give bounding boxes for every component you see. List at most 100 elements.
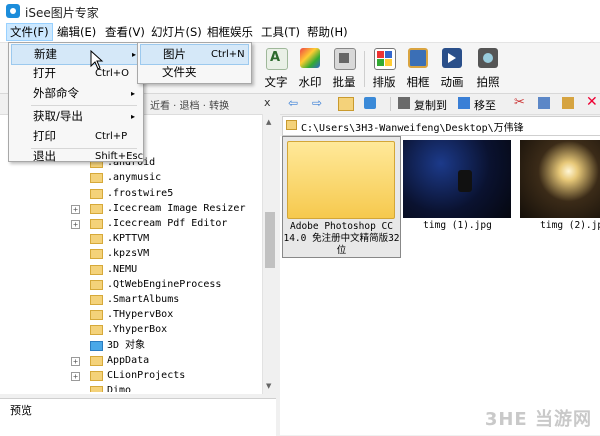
folder-icon (90, 279, 103, 290)
nav-separator (390, 97, 391, 111)
scroll-down-icon[interactable]: ▼ (266, 382, 271, 390)
folder-icon (90, 310, 103, 321)
tree-item[interactable]: + .Icecream Image Resizer (0, 201, 262, 217)
submenu-item-shortcut: Ctrl+N (211, 49, 245, 60)
folder-icon (90, 386, 103, 392)
title-bar: iSee图片专家 (0, 0, 600, 22)
file-menu-item[interactable]: 打开 Ctrl+O (11, 64, 141, 83)
folder-icon (90, 234, 103, 245)
menu-frame-fun[interactable]: 相框娱乐 (204, 24, 256, 40)
forward-arrow-icon[interactable]: ⇨ (312, 96, 322, 110)
move-to-button[interactable]: 移至 (474, 97, 496, 113)
batch-icon (334, 48, 356, 70)
delete-icon[interactable]: ✕ (586, 94, 598, 110)
submenu-item-label: 文件夹 (162, 65, 197, 79)
file-menu-item-shortcut: Shift+Esc (95, 151, 144, 162)
tree-item[interactable]: .YhyperBox (0, 322, 262, 338)
tree-item-label: AppData (107, 354, 150, 366)
tree-item[interactable]: .frostwire5 (0, 186, 262, 202)
file-menu-item-label: 外部命令 (33, 86, 79, 100)
watermark-icon (300, 48, 320, 68)
menu-view[interactable]: 查看(V) (102, 24, 148, 40)
folder-icon (287, 141, 395, 219)
tree-item[interactable]: Dimo (0, 383, 262, 392)
layout-icon (374, 48, 396, 70)
cut-icon[interactable]: ✂ (514, 95, 525, 110)
tree-item[interactable]: .KPTTVM (0, 231, 262, 247)
folder-icon (90, 188, 103, 199)
menu-tools[interactable]: 工具(T) (258, 24, 303, 40)
tree-item-label: .YhyperBox (107, 324, 168, 336)
expand-icon[interactable]: + (71, 220, 80, 229)
up-folder-icon[interactable] (338, 97, 354, 111)
watermark-text: 3HE 当游网 (484, 409, 592, 430)
tree-item-label: .THypervBox (107, 309, 174, 321)
path-bar[interactable]: C:\Users\3H3-Wanweifeng\Desktop\万伟锋 (282, 116, 600, 136)
frame-icon (408, 48, 428, 68)
file-menu-item[interactable]: 获取/导出 ▸ (11, 107, 141, 126)
scrollbar-thumb[interactable] (265, 212, 275, 268)
new-submenu: 图片 Ctrl+N 文件夹 (137, 42, 252, 84)
menu-file[interactable]: 文件(F) (6, 23, 53, 41)
tree-item[interactable]: + AppData (0, 353, 262, 369)
copy-to-icon (398, 97, 410, 109)
tree-item[interactable]: .kpzsVM (0, 246, 262, 262)
thumbnail-item[interactable]: Adobe Photoshop CC 14.0 免注册中文精简版32位 (282, 136, 401, 258)
tree-item[interactable]: 3D 对象 (0, 338, 262, 354)
close-icon[interactable]: x (264, 96, 271, 109)
file-menu-item-label: 退出 (33, 149, 56, 163)
folder-icon (90, 264, 103, 275)
navigation-bar: ⇦ ⇨ 复制到 移至 ✂ ✕ (280, 94, 600, 115)
batch-button[interactable]: 批量 (326, 46, 362, 90)
camera-button[interactable]: 拍照 (470, 46, 506, 90)
scroll-up-icon[interactable]: ▲ (266, 118, 271, 126)
file-menu-item[interactable]: 新建 ▸ (11, 44, 143, 65)
thumbnail-item[interactable]: timg (2).jpg (516, 136, 600, 256)
file-menu-item[interactable]: 退出 Shift+Esc (11, 147, 144, 166)
submenu-arrow-icon: ▸ (130, 112, 135, 121)
menu-bar: 文件(F) 编辑(E) 查看(V) 幻灯片(S) 相框娱乐 工具(T) 帮助(H… (0, 22, 600, 43)
tree-item-label: 3D 对象 (107, 339, 146, 351)
tree-item[interactable]: .THypervBox (0, 307, 262, 323)
folder-icon (90, 355, 103, 366)
submenu-arrow-icon: ▸ (131, 50, 136, 59)
menu-edit[interactable]: 编辑(E) (54, 24, 99, 40)
tree-item-label: .anymusic (107, 172, 162, 184)
animation-icon (442, 48, 462, 68)
tree-item[interactable]: .anymusic (0, 170, 262, 186)
app-icon (6, 4, 20, 18)
menu-help[interactable]: 帮助(H) (304, 24, 351, 40)
folder-icon (90, 295, 103, 305)
tree-item[interactable]: .QtWebEngineProcess (0, 277, 262, 293)
expand-icon[interactable]: + (71, 356, 80, 366)
copy-to-button[interactable]: 复制到 (414, 97, 447, 113)
submenu-item-image[interactable]: 图片 Ctrl+N (140, 44, 249, 65)
animation-button[interactable]: 动画 (434, 46, 470, 90)
folder-icon (90, 249, 103, 260)
folder-icon (90, 371, 103, 381)
tree-item[interactable]: .SmartAlbums (0, 292, 262, 308)
folder-tree: eifeng.android.anymusic.frostwire5+.Icec… (0, 140, 262, 392)
night-sky-deer-image (403, 140, 511, 218)
file-menu-item[interactable]: 外部命令 ▸ (11, 84, 141, 103)
camera-button-label: 拍照 (476, 75, 500, 89)
file-menu-item-label: 打印 (33, 129, 56, 143)
tree-item-label: .SmartAlbums (107, 294, 180, 305)
submenu-item-folder[interactable]: 文件夹 (140, 63, 247, 82)
tree-scrollbar[interactable]: ▲ ▼ (262, 114, 277, 394)
menu-slideshow[interactable]: 幻灯片(S) (148, 24, 205, 40)
thumbnail-grid: Adobe Photoshop CC 14.0 免注册中文精简版32位 timg… (280, 136, 600, 435)
file-menu-item[interactable]: 打印 Ctrl+P (11, 127, 141, 146)
back-arrow-icon[interactable]: ⇦ (288, 96, 298, 110)
submenu-item-label: 图片 (163, 47, 186, 61)
refresh-icon[interactable] (364, 97, 376, 109)
tree-item[interactable]: + CLionProjects (0, 368, 262, 384)
expand-icon[interactable]: + (71, 372, 80, 381)
paste-icon[interactable] (562, 97, 574, 109)
folder-icon (90, 325, 103, 336)
expand-icon[interactable]: + (71, 204, 80, 214)
thumbnail-item[interactable]: timg (1).jpg (399, 136, 516, 256)
tree-item[interactable]: .NEMU (0, 262, 262, 278)
copy-icon[interactable] (538, 97, 550, 109)
tree-item[interactable]: + .Icecream Pdf Editor (0, 216, 262, 232)
